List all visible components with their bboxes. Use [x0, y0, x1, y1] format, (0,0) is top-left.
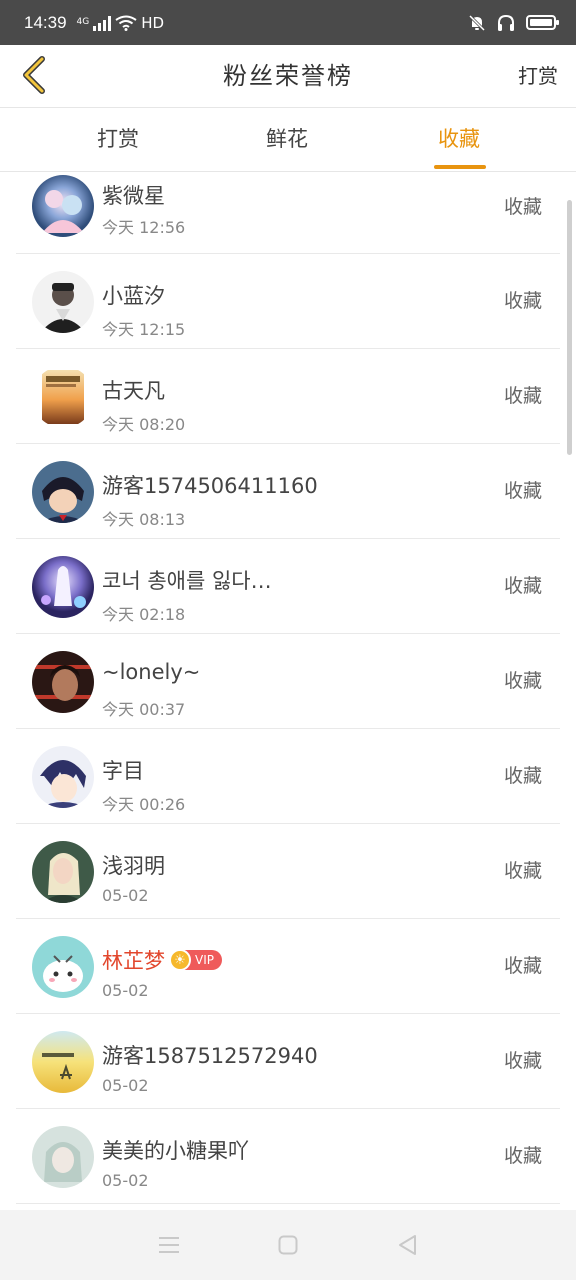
action-tag: 收藏	[503, 1050, 542, 1072]
network-type: 4G	[76, 17, 90, 27]
tab-tip[interactable]: 打赏	[63, 108, 173, 172]
tab-active-indicator	[434, 165, 486, 169]
back-nav-button[interactable]	[377, 1215, 437, 1275]
tab-bar: 打赏 鲜花 收藏	[0, 108, 576, 172]
bell-muted-icon	[468, 14, 486, 31]
back-button[interactable]	[12, 53, 56, 97]
status-bar: 14:39 4G HD	[0, 0, 576, 45]
avatar[interactable]	[32, 556, 94, 618]
list-item[interactable]: 字目 今天 00:26 收藏	[16, 729, 560, 824]
user-name: 游客1574506411160	[102, 474, 318, 498]
user-time: 今天 08:13	[102, 510, 186, 529]
crown-icon: ☀	[169, 949, 191, 971]
list-item[interactable]: 浅羽明 05-02 收藏	[16, 824, 560, 919]
list-item[interactable]: 코너 총애를 잃다… 今天 02:18 收藏	[16, 539, 560, 634]
user-time: 今天 12:56	[102, 218, 186, 237]
list-item[interactable]: 美美的小糖果吖 05-02 收藏	[16, 1109, 560, 1204]
vip-badge: ☀ VIP	[169, 949, 222, 971]
avatar[interactable]	[32, 651, 94, 713]
tab-flowers[interactable]: 鲜花	[232, 108, 342, 172]
header: 粉丝荣誉榜 打赏	[0, 45, 576, 108]
avatar[interactable]	[32, 271, 94, 333]
user-time: 今天 08:20	[102, 415, 186, 434]
user-time: 今天 02:18	[102, 605, 186, 624]
action-tag: 收藏	[503, 290, 542, 312]
user-name: ~lonely~	[102, 660, 201, 684]
avatar[interactable]	[32, 175, 94, 237]
hd-label: HD	[141, 13, 165, 32]
user-name: 小蓝汐	[102, 284, 165, 308]
avatar[interactable]	[32, 1031, 94, 1093]
user-time: 今天 00:26	[102, 795, 186, 814]
user-time: 今天 00:37	[102, 700, 186, 719]
action-tag: 收藏	[503, 196, 542, 218]
wifi-icon	[115, 15, 137, 31]
tip-button[interactable]: 打赏	[518, 45, 558, 107]
user-time: 05-02	[102, 981, 149, 1000]
menu-button[interactable]	[139, 1215, 199, 1275]
vip-label: VIP	[195, 953, 214, 967]
menu-icon	[159, 1237, 180, 1253]
avatar[interactable]	[32, 936, 94, 998]
user-name: 林芷梦 ☀ VIP	[102, 945, 222, 975]
status-network: 4G HD	[77, 14, 165, 32]
user-name: 古天凡	[102, 379, 165, 403]
user-name: 浅羽明	[102, 854, 165, 878]
avatar[interactable]	[32, 1126, 94, 1188]
avatar[interactable]	[32, 366, 94, 428]
user-time: 05-02	[102, 1171, 149, 1190]
user-time: 今天 12:15	[102, 320, 186, 339]
list-item[interactable]: ~lonely~ 今天 00:37 收藏	[16, 634, 560, 729]
action-tag: 收藏	[503, 1145, 542, 1167]
user-time: 05-02	[102, 886, 149, 905]
user-name-text: 林芷梦	[102, 949, 165, 973]
action-tag: 收藏	[503, 575, 542, 597]
battery-icon	[526, 15, 559, 30]
chevron-left-icon	[23, 56, 45, 94]
user-time: 05-02	[102, 1076, 149, 1095]
fan-list[interactable]: 紫微星 今天 12:56 收藏 小蓝汐 今天 12:15 收藏 古天凡 今天 0…	[16, 172, 560, 1210]
action-tag: 收藏	[503, 385, 542, 407]
list-item[interactable]: 游客1587512572940 05-02 收藏	[16, 1014, 560, 1109]
user-name: 字目	[102, 759, 144, 783]
list-item[interactable]: 紫微星 今天 12:56 收藏	[16, 172, 560, 254]
list-item[interactable]: 游客1574506411160 今天 08:13 收藏	[16, 444, 560, 539]
page-title: 粉丝荣誉榜	[223, 62, 353, 90]
user-name: 코너 총애를 잃다…	[102, 569, 272, 593]
avatar[interactable]	[32, 461, 94, 523]
user-name: 美美的小糖果吖	[102, 1139, 249, 1163]
user-name: 游客1587512572940	[102, 1044, 318, 1068]
list-item[interactable]: 古天凡 今天 08:20 收藏	[16, 349, 560, 444]
signal-icon	[93, 15, 112, 31]
user-name: 紫微星	[102, 184, 165, 208]
action-tag: 收藏	[503, 860, 542, 882]
avatar[interactable]	[32, 841, 94, 903]
list-item[interactable]: 小蓝汐 今天 12:15 收藏	[16, 254, 560, 349]
avatar[interactable]	[32, 746, 94, 808]
action-tag: 收藏	[503, 480, 542, 502]
list-item[interactable]: 林芷梦 ☀ VIP 05-02 收藏	[16, 919, 560, 1014]
action-tag: 收藏	[503, 765, 542, 787]
system-nav-bar	[0, 1210, 576, 1280]
home-square-icon	[278, 1235, 298, 1255]
action-tag: 收藏	[503, 955, 542, 977]
scrollbar[interactable]	[567, 200, 572, 455]
headphones-icon	[498, 14, 514, 31]
home-button[interactable]	[258, 1215, 318, 1275]
back-triangle-icon	[398, 1235, 416, 1255]
tab-favorites[interactable]: 收藏	[404, 108, 514, 172]
status-time: 14:39	[24, 12, 67, 32]
action-tag: 收藏	[503, 670, 542, 692]
